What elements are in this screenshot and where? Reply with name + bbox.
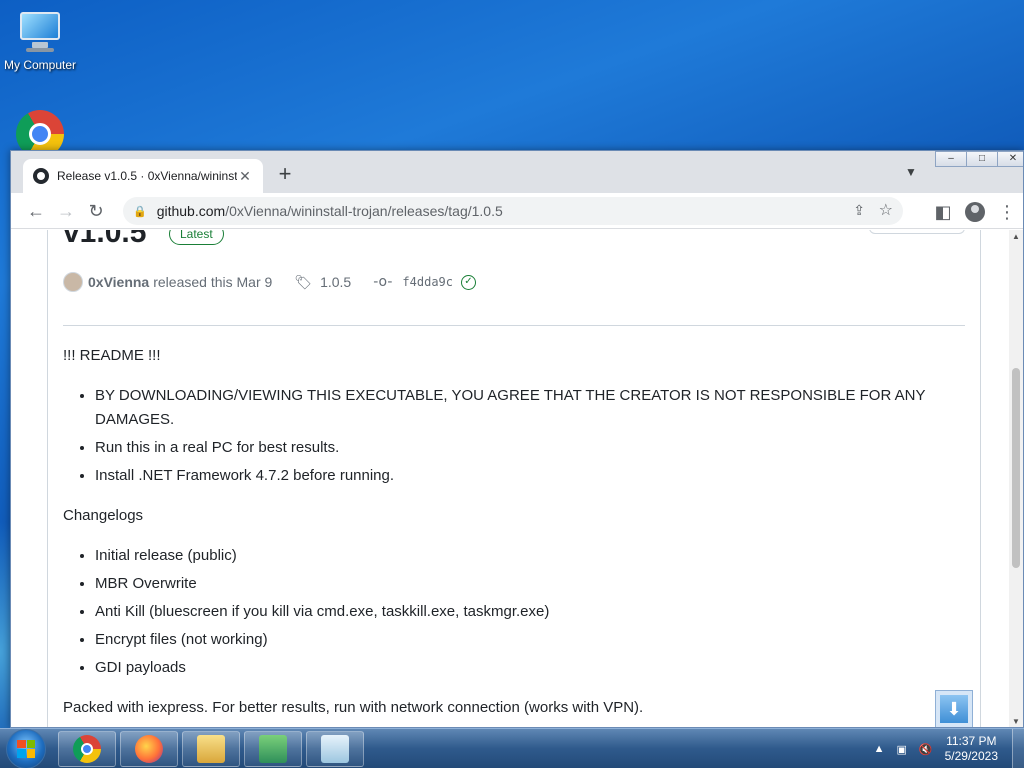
- tab-release[interactable]: Release v1.0.5 · 0xVienna/wininstall-tro…: [23, 159, 263, 193]
- new-tab-button[interactable]: +: [273, 163, 297, 187]
- release-notes: !!! README !!! BY DOWNLOADING/VIEWING TH…: [63, 344, 963, 727]
- notepad-icon: [321, 734, 349, 763]
- minimize-button[interactable]: –: [935, 151, 967, 167]
- list-item: GDI payloads: [95, 656, 963, 680]
- scrollbar-thumb[interactable]: [1012, 368, 1020, 568]
- tag-label: 1.0.5: [320, 274, 352, 290]
- tab-strip: Release v1.0.5 · 0xVienna/wininstall-tro…: [11, 151, 1023, 193]
- side-panel-icon[interactable]: ◧: [927, 197, 959, 227]
- author-avatar[interactable]: [63, 272, 83, 292]
- list-item: Anti Kill (bluescreen if you kill via cm…: [95, 600, 963, 624]
- scroll-download-button[interactable]: ⬇: [935, 690, 973, 727]
- tab-search-chevron-icon[interactable]: ▼: [905, 165, 917, 179]
- clock-time: 11:37 PM: [946, 734, 997, 748]
- menu-kebab-icon[interactable]: ⋮: [991, 197, 1023, 227]
- url-path: /0xVienna/wininstall-trojan/releases/tag…: [225, 203, 503, 219]
- release-meta: 0xVienna released this Mar 9 🏷 1.0.5 -o-…: [63, 272, 476, 292]
- taskbar-notepad[interactable]: [306, 730, 364, 767]
- forward-arrow-icon[interactable]: →: [51, 196, 81, 226]
- scroll-down-arrow-icon[interactable]: ▼: [1009, 715, 1023, 727]
- released-date: released this Mar 9: [153, 274, 273, 290]
- changelog-list: Initial release (public) MBR Overwrite A…: [95, 544, 963, 680]
- browser-toolbar: ← → ↻ 🔒 github.com/0xVienna/wininstall-t…: [11, 193, 1023, 229]
- release-action-button[interactable]: [869, 230, 965, 234]
- author-link[interactable]: 0xVienna: [88, 274, 149, 290]
- start-button[interactable]: [6, 728, 46, 768]
- show-desktop-button[interactable]: [1012, 729, 1024, 768]
- taskbar-explorer[interactable]: [182, 730, 240, 767]
- tag-link[interactable]: 🏷 1.0.5: [294, 274, 351, 291]
- network-icon[interactable]: ▣: [897, 743, 907, 756]
- computer-icon: [18, 10, 62, 54]
- installer-icon: [259, 734, 287, 763]
- scroll-up-arrow-icon[interactable]: ▲: [1009, 230, 1023, 244]
- list-item: MBR Overwrite: [95, 572, 963, 596]
- lock-icon[interactable]: 🔒: [133, 205, 147, 218]
- maximize-button[interactable]: □: [966, 151, 998, 167]
- list-item: BY DOWNLOADING/VIEWING THIS EXECUTABLE, …: [95, 384, 963, 432]
- firefox-icon: [135, 734, 163, 763]
- github-icon: [33, 168, 49, 184]
- bookmark-star-icon[interactable]: ☆: [879, 200, 893, 220]
- list-item: Install .NET Framework 4.7.2 before runn…: [95, 464, 963, 488]
- toolbar-right-actions: ◧ ⋮: [927, 197, 1023, 227]
- browser-window: Release v1.0.5 · 0xVienna/wininstall-tro…: [10, 150, 1024, 728]
- desktop-icon-label: My Computer: [3, 58, 77, 72]
- reload-icon[interactable]: ↻: [81, 196, 111, 226]
- page-scrollbar[interactable]: ▲ ▼: [1009, 230, 1023, 727]
- commit-hash: f4dda9c: [402, 275, 453, 289]
- list-item: Initial release (public): [95, 544, 963, 568]
- release-version-title: v1.0.5: [63, 230, 147, 249]
- readme-heading: !!! README !!!: [63, 347, 161, 364]
- address-bar[interactable]: 🔒 github.com/0xVienna/wininstall-trojan/…: [123, 197, 903, 225]
- list-item: Run this in a real PC for best results.: [95, 436, 963, 460]
- tag-icon: 🏷: [294, 273, 313, 290]
- taskbar-installer[interactable]: [244, 730, 302, 767]
- profile-avatar-icon[interactable]: [965, 202, 985, 222]
- list-item: Encrypt files (not working): [95, 628, 963, 652]
- page-viewport: v1.0.5 Latest 0xVienna released this Mar…: [11, 230, 1011, 727]
- footer-note: Packed with iexpress. For better results…: [63, 699, 644, 716]
- taskbar-chrome[interactable]: [58, 730, 116, 767]
- tab-title: Release v1.0.5 · 0xVienna/wininstall-tro…: [57, 169, 237, 183]
- verified-check-icon[interactable]: ✓: [461, 274, 476, 290]
- clock[interactable]: 11:37 PM 5/29/2023: [945, 734, 998, 764]
- windows-logo-icon: [17, 739, 35, 758]
- clock-date: 5/29/2023: [944, 749, 998, 763]
- download-arrow-icon: ⬇: [940, 695, 968, 723]
- tab-close-icon[interactable]: ✕: [237, 168, 253, 185]
- latest-badge: Latest: [169, 230, 224, 245]
- back-arrow-icon[interactable]: ←: [21, 196, 51, 226]
- taskbar: ▲ ▣ 🔇 11:37 PM 5/29/2023: [0, 728, 1024, 768]
- url-domain: github.com: [156, 203, 226, 219]
- volume-muted-icon[interactable]: 🔇: [919, 743, 933, 756]
- commit-link[interactable]: -o- f4dda9c: [373, 274, 453, 290]
- taskbar-firefox[interactable]: [120, 730, 178, 767]
- divider: [63, 325, 965, 326]
- commit-icon: -o-: [373, 274, 393, 290]
- folder-icon: [197, 734, 225, 763]
- readme-list: BY DOWNLOADING/VIEWING THIS EXECUTABLE, …: [95, 384, 963, 488]
- system-tray: ▲ ▣ 🔇 11:37 PM 5/29/2023: [868, 729, 1024, 768]
- changelog-heading: Changelogs: [63, 507, 144, 524]
- share-icon[interactable]: ⇪: [853, 202, 865, 219]
- window-controls: – □ ✕: [935, 151, 1023, 169]
- chrome-icon: [73, 734, 101, 763]
- desktop-icon-my-computer[interactable]: My Computer: [0, 10, 80, 72]
- tray-expand-icon[interactable]: ▲: [874, 743, 885, 755]
- close-window-button[interactable]: ✕: [997, 151, 1023, 167]
